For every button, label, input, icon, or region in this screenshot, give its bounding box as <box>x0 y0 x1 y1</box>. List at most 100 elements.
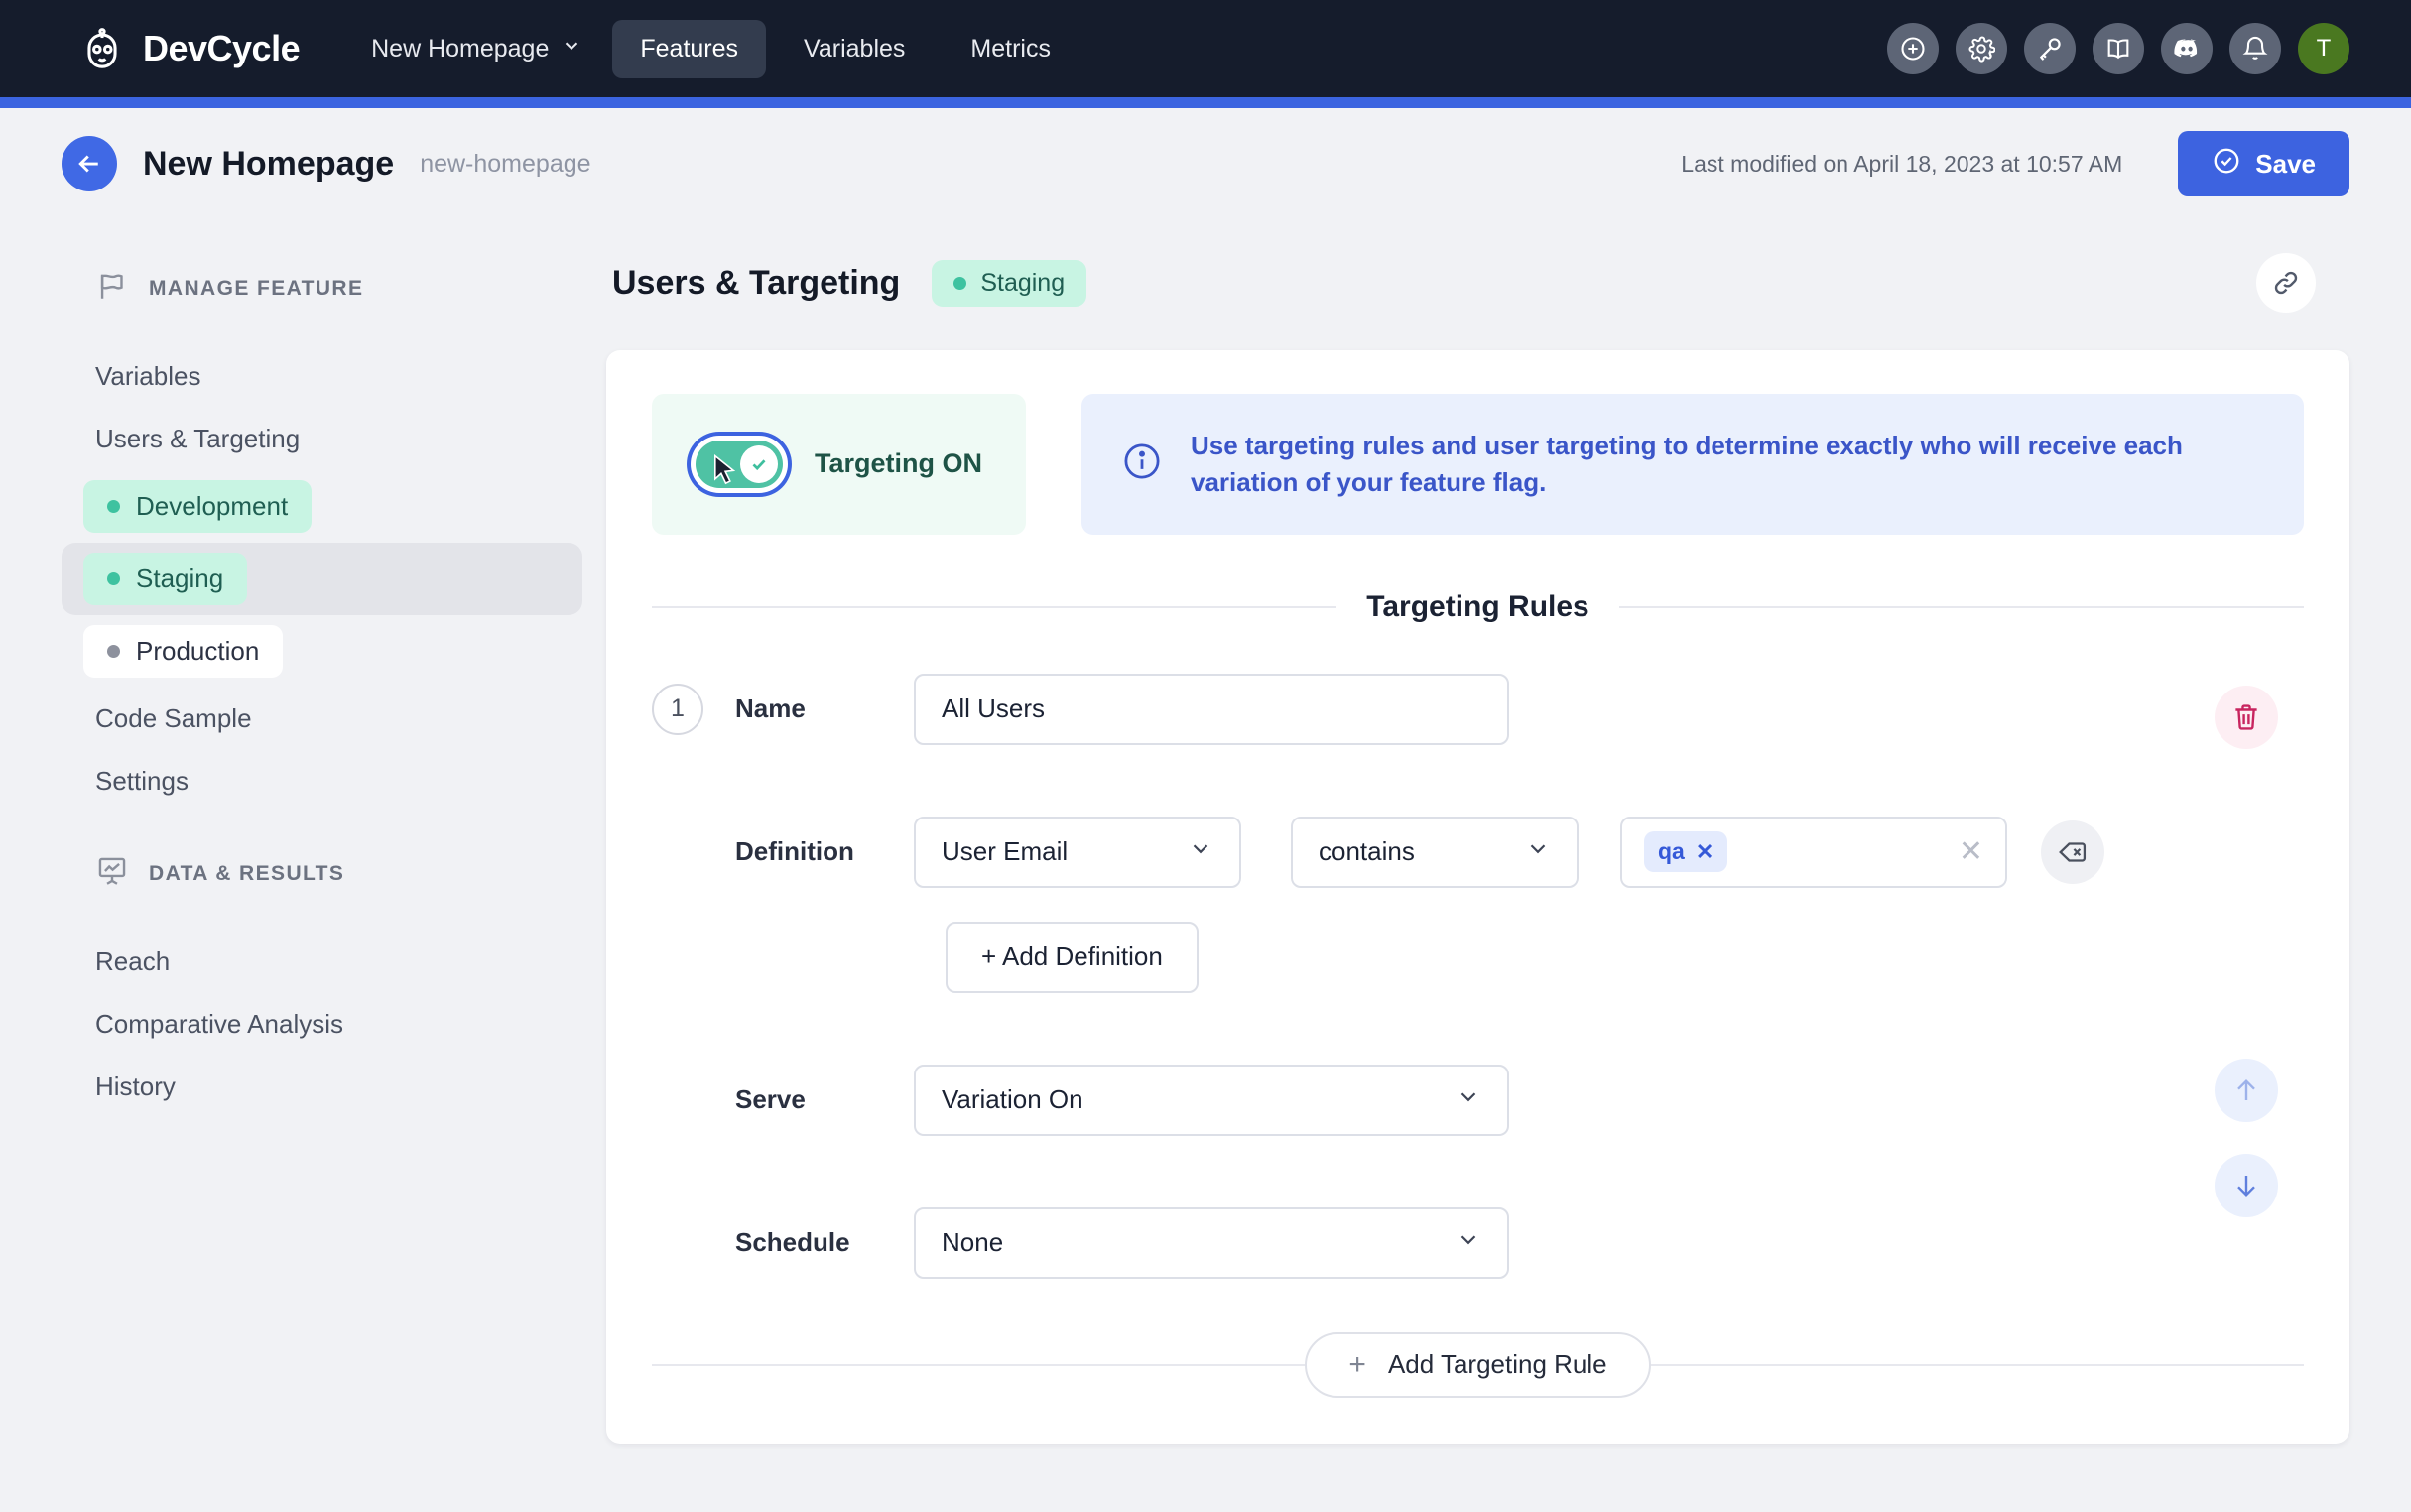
env-label-development: Development <box>136 491 288 522</box>
status-dot-icon <box>107 572 120 585</box>
definition-operator-select[interactable]: contains <box>1291 817 1579 888</box>
schedule-select[interactable]: None <box>914 1207 1509 1279</box>
env-chip-production: Production <box>83 625 283 678</box>
value-tag-qa[interactable]: qa ✕ <box>1644 831 1727 872</box>
plus-icon: + <box>1348 1348 1366 1382</box>
project-switcher-label: New Homepage <box>371 35 549 63</box>
sidebar-spacer <box>62 813 582 854</box>
serve-variation-select[interactable]: Variation On <box>914 1065 1509 1136</box>
status-dot-icon <box>953 277 966 290</box>
rule-name-input[interactable]: All Users <box>914 674 1509 745</box>
sidebar-item-code-sample[interactable]: Code Sample <box>62 688 582 750</box>
status-dot-icon <box>107 645 120 658</box>
add-definition-button[interactable]: + Add Definition <box>946 922 1199 993</box>
main-content: Users & Targeting Staging <box>582 219 2349 1444</box>
sidebar-item-settings[interactable]: Settings <box>62 750 582 813</box>
value-tag-label: qa <box>1658 838 1685 865</box>
gear-icon[interactable] <box>1956 23 2007 74</box>
definition-values-input[interactable]: qa ✕ ✕ <box>1620 817 2007 888</box>
add-targeting-rule-button[interactable]: + Add Targeting Rule <box>1305 1332 1650 1398</box>
sidebar-item-users-targeting[interactable]: Users & Targeting <box>62 408 582 470</box>
body-wrapper: MANAGE FEATURE Variables Users & Targeti… <box>0 219 2411 1444</box>
sidebar-item-env-production[interactable]: Production <box>62 615 582 688</box>
sidebar: MANAGE FEATURE Variables Users & Targeti… <box>62 219 582 1444</box>
sidebar-item-env-development[interactable]: Development <box>62 470 582 543</box>
move-rule-down-button[interactable] <box>2215 1154 2278 1217</box>
save-button[interactable]: Save <box>2178 131 2349 196</box>
info-line-2: variation of your feature flag. <box>1191 467 1546 497</box>
targeting-top-row: Targeting ON Use targeting rules and use… <box>652 394 2304 535</box>
bell-icon[interactable] <box>2229 23 2281 74</box>
rule-name-label: Name <box>735 693 914 724</box>
env-label-production: Production <box>136 636 259 667</box>
rule-definition-label: Definition <box>735 836 914 867</box>
targeting-rules-divider: Targeting Rules <box>652 590 2304 624</box>
book-icon[interactable] <box>2093 23 2144 74</box>
last-modified-text: Last modified on April 18, 2023 at 10:57… <box>1681 151 2122 178</box>
rule-add-definition-row: + Add Definition <box>652 922 2304 993</box>
info-line-1: Use targeting rules and user targeting t… <box>1191 431 2183 460</box>
row-spacer <box>652 1170 2304 1207</box>
divider-line-right <box>1651 1364 2304 1366</box>
sidebar-item-history[interactable]: History <box>62 1056 582 1118</box>
definition-attribute-select[interactable]: User Email <box>914 817 1241 888</box>
sidebar-item-variables[interactable]: Variables <box>62 345 582 408</box>
move-rule-up-button[interactable] <box>2215 1059 2278 1122</box>
navbar-actions: T <box>1887 23 2349 74</box>
remove-tag-icon[interactable]: ✕ <box>1696 839 1713 865</box>
sidebar-item-reach[interactable]: Reach <box>62 931 582 993</box>
sidebar-section-data-results: DATA & RESULTS <box>62 854 582 893</box>
targeting-toggle-label: Targeting ON <box>815 448 982 479</box>
chevron-down-icon <box>1456 1083 1481 1116</box>
save-button-label: Save <box>2255 149 2316 180</box>
divider-line-left <box>652 1364 1305 1366</box>
feature-key: new-homepage <box>420 150 590 179</box>
env-chip-staging: Staging <box>83 553 247 605</box>
top-navbar: DevCycle New Homepage Features Variables… <box>0 0 2411 97</box>
avatar[interactable]: T <box>2298 23 2349 74</box>
add-targeting-rule-row: + Add Targeting Rule <box>652 1332 2304 1398</box>
status-dot-icon <box>107 500 120 513</box>
delete-rule-button[interactable] <box>2215 686 2278 749</box>
nav-tab-features[interactable]: Features <box>612 20 766 78</box>
env-chip-development: Development <box>83 480 312 533</box>
targeting-info-banner: Use targeting rules and user targeting t… <box>1081 394 2304 535</box>
main-env-badge-label: Staging <box>980 269 1065 298</box>
rule-serve-row: Serve Variation On <box>652 1065 2304 1136</box>
divider-line-right <box>1619 606 2304 608</box>
schedule-value: None <box>942 1227 1003 1258</box>
chevron-down-icon <box>561 35 582 63</box>
rule-schedule-row: Schedule None <box>652 1207 2304 1279</box>
sidebar-section-label: DATA & RESULTS <box>149 862 344 886</box>
main-env-badge: Staging <box>932 260 1086 307</box>
flag-icon <box>95 269 129 308</box>
row-spacer <box>652 779 2304 817</box>
sidebar-item-env-staging[interactable]: Staging <box>62 543 582 615</box>
rule-schedule-label: Schedule <box>735 1227 914 1258</box>
check-circle-icon <box>2212 146 2241 183</box>
brand-name: DevCycle <box>143 28 300 69</box>
env-label-staging: Staging <box>136 564 223 594</box>
main-header: Users & Targeting Staging <box>606 253 2349 313</box>
targeting-toggle[interactable] <box>696 441 783 488</box>
discord-icon[interactable] <box>2161 23 2213 74</box>
project-switcher[interactable]: New Homepage <box>371 35 582 63</box>
info-circle-icon <box>1121 441 1163 487</box>
accent-bar <box>0 97 2411 108</box>
rule-serve-label: Serve <box>735 1084 914 1115</box>
key-icon[interactable] <box>2024 23 2076 74</box>
backspace-delete-icon[interactable] <box>2041 820 2104 884</box>
copy-link-icon[interactable] <box>2256 253 2316 313</box>
targeting-toggle-box: Targeting ON <box>652 394 1026 535</box>
plus-circle-icon[interactable] <box>1887 23 1939 74</box>
nav-tab-variables[interactable]: Variables <box>776 20 933 78</box>
mouse-cursor-icon <box>713 454 739 491</box>
chevron-down-icon <box>1188 835 1213 868</box>
back-arrow-icon[interactable] <box>62 136 117 191</box>
brand-logo[interactable]: DevCycle <box>79 26 300 71</box>
toggle-knob <box>740 445 778 483</box>
sidebar-item-comparative-analysis[interactable]: Comparative Analysis <box>62 993 582 1056</box>
nav-tab-metrics[interactable]: Metrics <box>943 20 1079 78</box>
clear-values-icon[interactable]: ✕ <box>1959 834 1983 869</box>
rule-definition-row: Definition User Email contains <box>652 817 2304 888</box>
